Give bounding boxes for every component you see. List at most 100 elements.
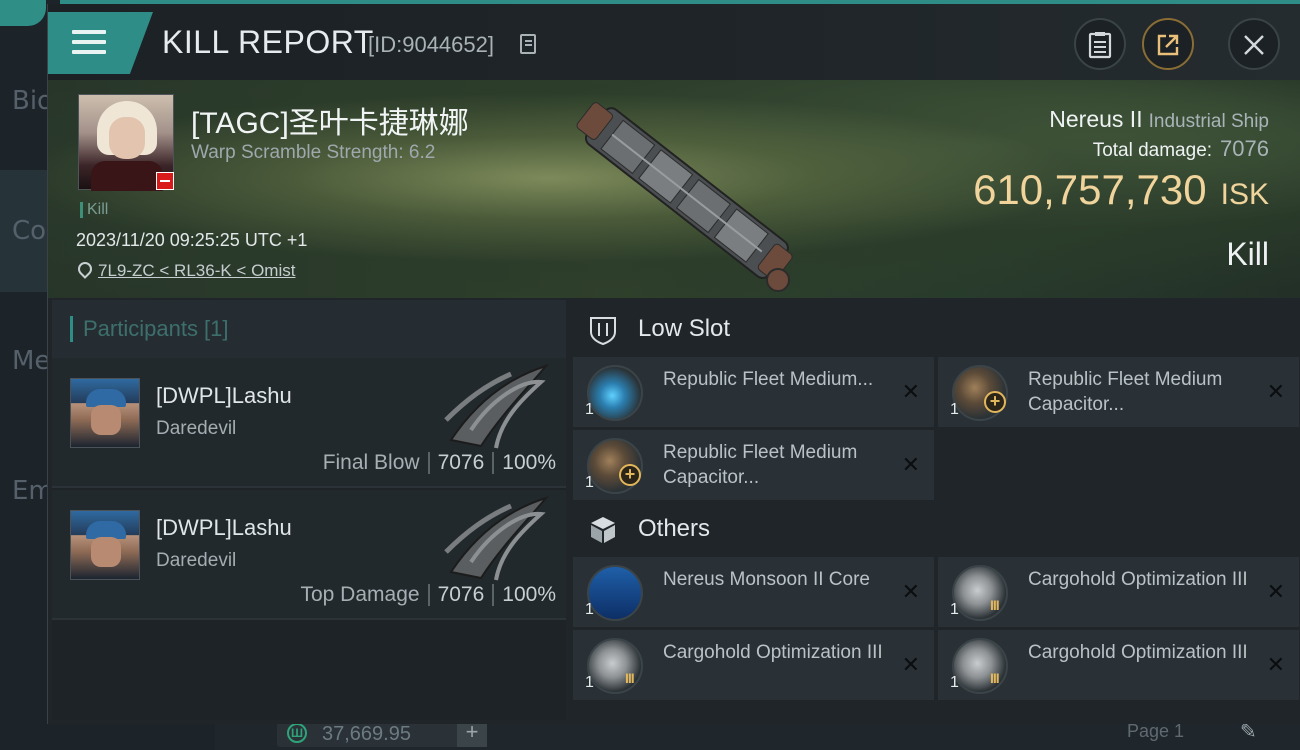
total-damage-value: 7076 [1220,136,1269,161]
background-sidebar-item: Me [12,346,51,376]
item-name: Republic Fleet Medium... [663,369,874,390]
plus-badge-icon: + [619,464,641,486]
page-indicator: Page 1 [1127,721,1185,741]
participants-panel: Participants [1] [DWPL]Lashu Daredevil F… [52,300,566,720]
isk-value: 610,757,730 ISK [973,166,1269,214]
participant-avatar[interactable] [70,378,140,448]
background-sidebar-item: Co [12,216,47,246]
ship-image[interactable] [553,90,813,295]
background-corner-button [0,0,46,26]
low-slot-header: Low Slot [573,302,1298,358]
participant-ship-image [444,364,549,449]
ship-model: Nereus II [1049,106,1143,132]
close-icon[interactable]: ✕ [1267,652,1285,678]
participant-label: Final Blow [322,451,420,474]
total-damage: Total damage: 7076 [1093,136,1269,162]
item-name: Republic Fleet Medium Capacitor... [1028,369,1223,415]
item-name: Cargohold Optimization III [1028,569,1248,590]
isk-amount: 610,757,730 [973,166,1207,213]
item-quantity: 1 [585,474,594,491]
core-icon [587,565,643,621]
external-link-icon [1157,34,1179,56]
warp-scramble-strength: Warp Scramble Strength: 6.2 [191,142,436,163]
participant-name: [DWPL]Lashu [156,383,292,408]
total-damage-label: Total damage: [1092,140,1213,161]
kill-location-link[interactable]: 7L9-ZC < RL36-K < Omist [98,261,295,281]
close-icon[interactable]: ✕ [1267,379,1285,405]
participant-stats: Final Blow 7076 100% [323,451,556,475]
close-icon [1244,35,1264,55]
participant-damage: 7076 [437,583,485,606]
item-name: Cargohold Optimization III [1028,642,1248,663]
low-slot-icon [590,317,616,346]
item-quantity: 1 [950,601,959,618]
kill-datetime: 2023/11/20 09:25:25 UTC +1 [76,230,308,250]
kill-banner: [TAGC]圣叶卡捷琳娜 Warp Scramble Strength: 6.2… [48,80,1300,298]
participant-name: [DWPL]Lashu [156,515,292,540]
close-icon[interactable]: ✕ [902,579,920,605]
hamburger-icon [72,30,106,60]
report-id: [ID:9044652] [368,32,494,57]
clipboard-button[interactable] [1074,18,1126,70]
currency-icon: Ш [287,723,307,743]
ship-name: Nereus II Industrial Ship [1049,106,1269,133]
item-quantity: 1 [585,674,594,691]
others-item[interactable]: III 1 Cargohold Optimization III ✕ [573,630,934,700]
item-name: Cargohold Optimization III [663,642,883,663]
item-quantity: 1 [950,401,959,418]
others-item[interactable]: III 1 Cargohold Optimization III ✕ [938,557,1299,627]
ship-class: Industrial Ship [1148,111,1269,132]
participant-label: Top Damage [300,583,420,606]
item-name: Republic Fleet Medium Capacitor... [663,442,858,488]
participant-damage: 7076 [437,451,485,474]
copy-icon[interactable] [520,34,536,54]
others-header: Others [573,502,1298,558]
others-title: Others [638,515,711,542]
close-icon[interactable]: ✕ [902,379,920,405]
cargohold-icon [952,565,1008,621]
participant-row[interactable]: [DWPL]Lashu Daredevil Top Damage 7076 100% [52,490,566,620]
participant-avatar[interactable] [70,510,140,580]
hostile-badge-icon [156,172,174,190]
kill-result: Kill [1226,236,1269,272]
title-bar: KILL REPORT [ID:9044652] [48,4,1300,80]
participant-stats: Top Damage 7076 100% [300,583,556,607]
kill-report-modal: KILL REPORT [ID:9044652] [TAGC]圣叶卡捷琳娜 Wa… [47,4,1300,724]
low-slot-item[interactable]: + 1 Republic Fleet Medium Capacitor... ✕ [938,357,1299,427]
tech-iii-badge: III [990,597,1000,613]
participants-title: Participants [1] [70,316,229,342]
low-slot-title: Low Slot [638,315,731,342]
close-icon[interactable]: ✕ [902,652,920,678]
cube-icon [591,517,615,543]
kill-tag: Kill [80,202,108,218]
close-icon[interactable]: ✕ [902,452,920,478]
others-item[interactable]: 1 Nereus Monsoon II Core ✕ [573,557,934,627]
close-icon[interactable]: ✕ [1267,579,1285,605]
plus-badge-icon: + [984,391,1006,413]
item-name: Nereus Monsoon II Core [663,569,870,590]
participants-header: Participants [1] [52,300,566,358]
tech-iii-badge: III [625,670,635,686]
victim-name[interactable]: [TAGC]圣叶卡捷琳娜 [191,98,469,142]
others-item[interactable]: III 1 Cargohold Optimization III ✕ [938,630,1299,700]
participant-percent: 100% [502,583,556,606]
isk-unit: ISK [1220,178,1269,211]
menu-button[interactable] [48,12,153,74]
participant-percent: 100% [502,451,556,474]
share-button[interactable] [1142,18,1194,70]
close-button[interactable] [1228,18,1280,70]
participant-row[interactable]: [DWPL]Lashu Daredevil Final Blow 7076 100% [52,358,566,488]
currency-value: 37,669.95 [322,723,411,745]
item-quantity: 1 [950,674,959,691]
cargohold-icon [587,638,643,694]
page-title: KILL REPORT [162,24,374,60]
location-pin-icon [75,259,95,279]
participant-ship-image [444,496,549,581]
low-slot-item[interactable]: 1 Republic Fleet Medium... ✕ [573,357,934,427]
participant-ship: Daredevil [156,418,237,439]
module-blue-icon [587,365,643,421]
item-quantity: 1 [585,601,594,618]
low-slot-item[interactable]: + 1 Republic Fleet Medium Capacitor... ✕ [573,430,934,500]
tech-iii-badge: III [990,670,1000,686]
clipboard-icon [1088,32,1112,59]
